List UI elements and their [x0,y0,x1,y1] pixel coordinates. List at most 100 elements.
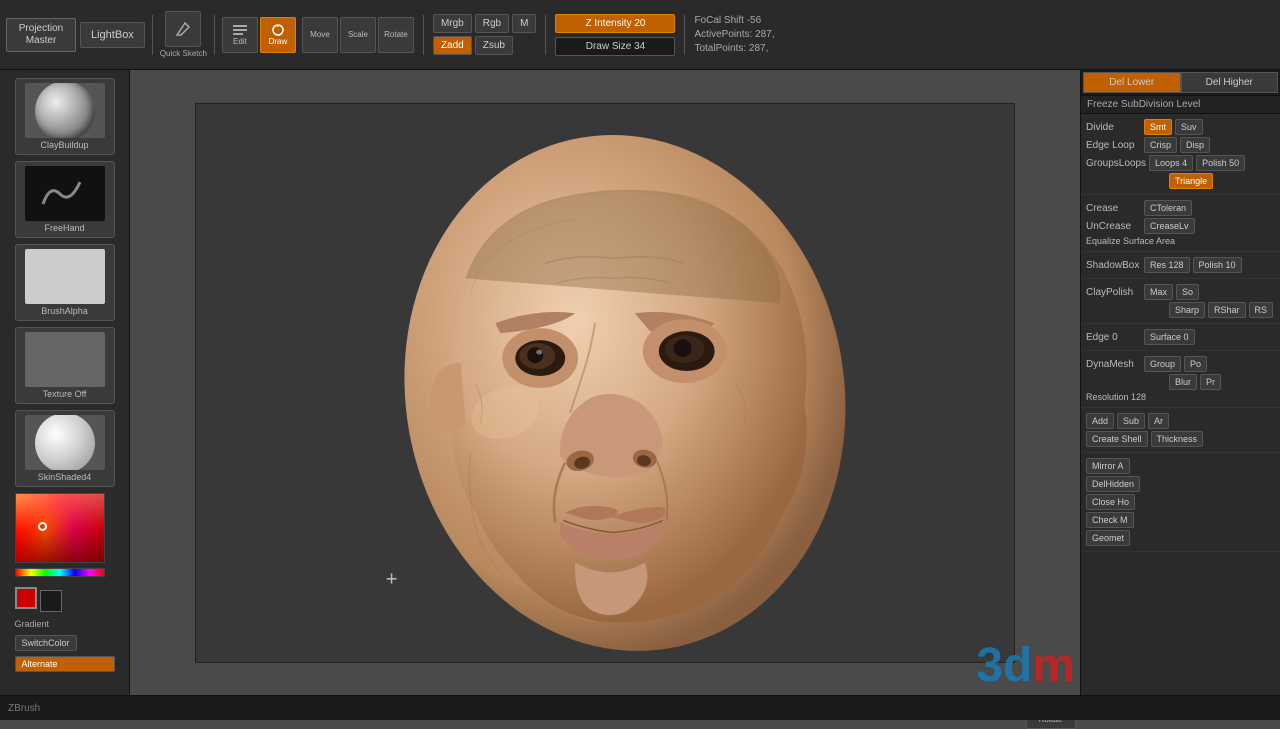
surface0-button[interactable]: Surface 0 [1144,329,1195,345]
switch-color-button[interactable]: SwitchColor [15,635,77,651]
delhidden-button[interactable]: DelHidden [1086,476,1140,492]
transform-tools: Edit Draw [222,17,296,53]
texture-off-preview [25,332,105,387]
color-gradient-box[interactable] [15,493,105,563]
foreground-color-swatch[interactable] [15,587,37,609]
closeho-button[interactable]: Close Ho [1086,494,1135,510]
checkm-button[interactable]: Check M [1086,512,1134,528]
zadd-button[interactable]: Zadd [433,36,472,55]
so-button[interactable]: So [1176,284,1199,300]
freehand-icon [35,174,95,214]
checkm-row: Check M [1086,512,1275,528]
claybuildup-brush[interactable]: ClayBuildup [15,78,115,155]
group-button[interactable]: Group [1144,356,1181,372]
rshar-button[interactable]: RShar [1208,302,1246,318]
quick-sketch-label: Quick Sketch [160,49,207,58]
freehand-preview [25,166,105,221]
brush-alpha-preview [25,249,105,304]
res128-button[interactable]: Res 128 [1144,257,1190,273]
create-shell-button[interactable]: Create Shell [1086,431,1148,447]
smt-button[interactable]: Smt [1144,119,1172,135]
crease-row: Crease CToleran [1086,200,1275,216]
geomet-button[interactable]: Geomet [1086,530,1130,546]
scale-button[interactable]: Scale [340,17,376,53]
zsub-button[interactable]: Zsub [475,36,513,55]
texture-off[interactable]: Texture Off [15,327,115,404]
lightbox-button[interactable]: LightBox [80,22,145,48]
gradient-label: Gradient [15,619,50,629]
polish50-button[interactable]: Polish 50 [1196,155,1245,171]
brush-alpha[interactable]: BrushAlpha [15,244,115,321]
sharp-button[interactable]: Sharp [1169,302,1205,318]
sub-button[interactable]: Sub [1117,413,1145,429]
claypolish-label: ClayPolish [1086,287,1141,298]
draw-size-control[interactable]: Draw Size 34 [555,37,675,56]
skin-sphere [35,415,95,470]
mirror-a-button[interactable]: Mirror A [1086,458,1130,474]
equalize-label[interactable]: Equalize Surface Area [1086,236,1175,246]
add-sub-row: Add Sub Ar [1086,413,1275,429]
crease-section: Crease CToleran UnCrease CreaseLv Equali… [1081,195,1280,252]
dynamesh-row: DynaMesh Group Po [1086,356,1275,372]
rs-button[interactable]: RS [1249,302,1274,318]
polish10-button[interactable]: Polish 10 [1193,257,1242,273]
move-button[interactable]: Move [302,17,338,53]
equalize-row: Equalize Surface Area [1086,236,1275,246]
ctoleran-button[interactable]: CToleran [1144,200,1192,216]
create-shell-row: Create Shell Thickness [1086,431,1275,447]
draw-button[interactable]: Draw [260,17,296,53]
groups-loops-label: GroupsLoops [1086,158,1146,169]
edit-button[interactable]: Edit [222,17,258,53]
add-button[interactable]: Add [1086,413,1114,429]
thickness-button[interactable]: Thickness [1151,431,1204,447]
viewport[interactable]: + [195,103,1015,663]
resolution-label: Resolution 128 [1086,392,1146,402]
brush-alpha-label: BrushAlpha [41,306,88,316]
shadowbox-section: ShadowBox Res 128 Polish 10 [1081,252,1280,279]
crisp-button[interactable]: Crisp [1144,137,1177,153]
shadowbox-row: ShadowBox Res 128 Polish 10 [1086,257,1275,273]
svg-text:+: + [386,568,398,590]
mode-buttons: Mrgb Rgb M Zadd Zsub [433,14,537,55]
alternate-button-container: Alternate [15,656,115,672]
right-panel: Del Lower Del Higher Freeze SubDivision … [1080,70,1280,695]
resolution-row: Resolution 128 [1086,392,1275,402]
projection-master-button[interactable]: Projection Master [6,18,76,52]
triangle-row: Triangle [1086,173,1275,189]
ar-button[interactable]: Ar [1148,413,1169,429]
creasely-button[interactable]: CreaseLv [1144,218,1195,234]
triangle-button[interactable]: Triangle [1169,173,1213,189]
skin-shaded[interactable]: SkinShaded4 [15,410,115,487]
crease-label: Crease [1086,203,1141,214]
hue-bar[interactable] [15,568,105,577]
active-points-info: ActivePoints: 287, [694,29,774,40]
alternate-button[interactable]: Alternate [15,656,115,672]
left-panel: ClayBuildup FreeHand BrushAlpha Texture … [0,70,130,695]
rotate-button[interactable]: Rotate [378,17,414,53]
max-button[interactable]: Max [1144,284,1173,300]
mrgb-button[interactable]: Mrgb [433,14,472,33]
loops4-button[interactable]: Loops 4 [1149,155,1193,171]
uncrease-row: UnCrease CreaseLv [1086,218,1275,234]
statusbar: ZBrush [0,695,1280,720]
del-lower-button[interactable]: Del Lower [1083,72,1181,93]
background-color-swatch[interactable] [40,590,62,612]
color-cursor [38,522,47,531]
z-intensity-control[interactable]: Z Intensity 20 [555,14,675,33]
skin-shaded-preview [25,415,105,470]
edge-section: Edge 0 Surface 0 [1081,324,1280,351]
freeze-subdivision-bar: Freeze SubDivision Level [1081,96,1280,114]
quick-sketch-icon[interactable] [165,11,201,47]
blur-button[interactable]: Blur [1169,374,1197,390]
m-button[interactable]: M [512,14,536,33]
dynamesh-section: DynaMesh Group Po Blur Pr Resolution 128 [1081,351,1280,408]
freehand-brush[interactable]: FreeHand [15,161,115,238]
del-higher-button[interactable]: Del Higher [1181,72,1279,93]
disp-button[interactable]: Disp [1180,137,1210,153]
suv-button[interactable]: Suv [1175,119,1203,135]
po-button[interactable]: Po [1184,356,1207,372]
pr-button[interactable]: Pr [1200,374,1221,390]
closeho-row: Close Ho [1086,494,1275,510]
rgb-button[interactable]: Rgb [475,14,509,33]
mirror-section: Mirror A DelHidden Close Ho Check M Geom… [1081,453,1280,552]
